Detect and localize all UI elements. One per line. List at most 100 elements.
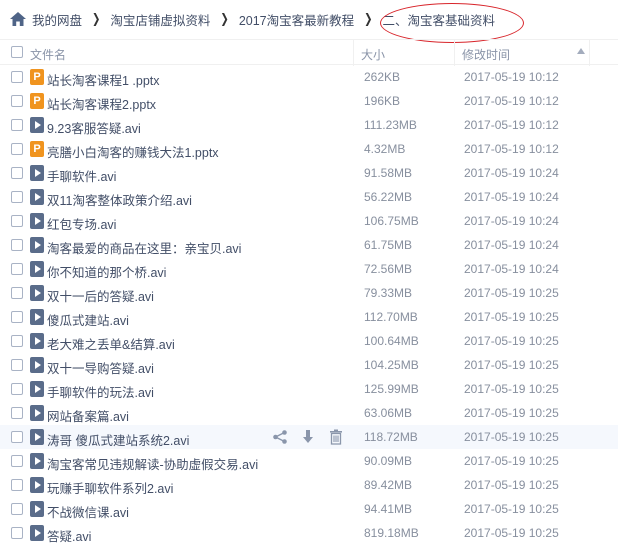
row-checkbox[interactable] — [11, 119, 23, 131]
file-size: 61.75MB — [364, 238, 413, 252]
file-modified-date: 2017-05-19 10:24 — [464, 190, 559, 204]
file-row[interactable]: 不战微信课.avi 94.41MB 2017-05-19 10:25 — [0, 497, 618, 521]
file-row[interactable]: 红包专场.avi 106.75MB 2017-05-19 10:24 — [0, 209, 618, 233]
video-file-icon — [30, 333, 44, 349]
file-name-link[interactable]: 淘宝客常见违规解读-协助虚假交易.avi — [47, 454, 258, 473]
file-name-link[interactable]: 亮膳小白淘客的赚钱大法1.pptx — [47, 142, 219, 161]
file-name-link[interactable]: 手聊软件的玩法.avi — [47, 382, 154, 401]
file-name-link[interactable]: 手聊软件.avi — [47, 166, 116, 185]
file-modified-date: 2017-05-19 10:12 — [464, 94, 559, 108]
breadcrumb-item[interactable]: 淘宝店铺虚拟资料 — [110, 10, 210, 29]
row-checkbox[interactable] — [11, 527, 23, 539]
file-modified-date: 2017-05-19 10:25 — [464, 526, 559, 540]
breadcrumb-label: 2017淘宝客最新教程 — [238, 13, 355, 28]
file-size: 79.33MB — [364, 286, 413, 300]
row-checkbox[interactable] — [11, 503, 23, 515]
file-row[interactable]: 手聊软件的玩法.avi 125.99MB 2017-05-19 10:25 — [0, 377, 618, 401]
file-row[interactable]: 答疑.avi 819.18MB 2017-05-19 10:25 — [0, 521, 618, 545]
row-checkbox[interactable] — [11, 431, 23, 443]
video-file-icon — [30, 261, 44, 277]
download-icon[interactable] — [300, 429, 316, 445]
file-name-link[interactable]: 你不知道的那个桥.avi — [47, 262, 166, 281]
file-row[interactable]: 玩赚手聊软件系列2.avi 89.42MB 2017-05-19 10:25 — [0, 473, 618, 497]
select-all-checkbox[interactable] — [11, 46, 23, 58]
file-name-link[interactable]: 淘客最爱的商品在这里：亲宝贝.avi — [47, 238, 241, 257]
file-name-link[interactable]: 双十一导购答疑.avi — [47, 358, 154, 377]
file-row[interactable]: 网站备案篇.avi 63.06MB 2017-05-19 10:25 — [0, 401, 618, 425]
video-file-icon — [30, 453, 44, 469]
row-checkbox[interactable] — [11, 167, 23, 179]
breadcrumb-home[interactable]: 我的网盘 — [10, 10, 82, 29]
file-modified-date: 2017-05-19 10:24 — [464, 238, 559, 252]
trash-icon[interactable] — [328, 429, 344, 445]
row-checkbox[interactable] — [11, 239, 23, 251]
column-header-date[interactable]: 修改时间 — [462, 46, 510, 63]
file-row[interactable]: 傻瓜式建站.avi 112.70MB 2017-05-19 10:25 — [0, 305, 618, 329]
file-row[interactable]: 双十一后的答疑.avi 79.33MB 2017-05-19 10:25 — [0, 281, 618, 305]
sort-up-icon[interactable] — [577, 48, 585, 54]
file-name-link[interactable]: 站长淘客课程2.pptx — [47, 94, 156, 113]
file-row[interactable]: P 站长淘客课程2.pptx 196KB 2017-05-19 10:12 — [0, 89, 618, 113]
file-modified-date: 2017-05-19 10:12 — [464, 142, 559, 156]
file-row[interactable]: 淘客最爱的商品在这里：亲宝贝.avi 61.75MB 2017-05-19 10:2… — [0, 233, 618, 257]
file-row[interactable]: 涛哥 傻瓜式建站系统2.avi 118.72MB 2017-05-19 10:25 — [0, 425, 618, 449]
row-checkbox[interactable] — [11, 191, 23, 203]
file-row[interactable]: 双十一导购答疑.avi 104.25MB 2017-05-19 10:25 — [0, 353, 618, 377]
row-checkbox[interactable] — [11, 335, 23, 347]
row-checkbox[interactable] — [11, 95, 23, 107]
file-row[interactable]: 双11淘客整体政策介绍.avi 56.22MB 2017-05-19 10:24 — [0, 185, 618, 209]
file-name-link[interactable]: 双11淘客整体政策介绍.avi — [47, 190, 192, 209]
file-size: 90.09MB — [364, 454, 413, 468]
file-modified-date: 2017-05-19 10:25 — [464, 286, 559, 300]
ppt-file-icon: P — [30, 93, 44, 109]
breadcrumb: 我的网盘 ❯ 淘宝店铺虚拟资料 ❯ 2017淘宝客最新教程 ❯ 二、淘宝客基础资… — [0, 0, 618, 38]
file-name-link[interactable]: 红包专场.avi — [47, 214, 116, 233]
file-row[interactable]: 老大难之丢单&结算.avi 100.64MB 2017-05-19 10:25 — [0, 329, 618, 353]
file-row[interactable]: 9.23客服答疑.avi 111.23MB 2017-05-19 10:12 — [0, 113, 618, 137]
column-header-name[interactable]: 文件名 — [30, 46, 66, 63]
row-checkbox[interactable] — [11, 215, 23, 227]
row-checkbox[interactable] — [11, 383, 23, 395]
row-checkbox[interactable] — [11, 263, 23, 275]
file-modified-date: 2017-05-19 10:25 — [464, 358, 559, 372]
file-name-link[interactable]: 老大难之丢单&结算.avi — [47, 334, 175, 353]
share-icon[interactable] — [272, 429, 288, 445]
file-size: 63.06MB — [364, 406, 413, 420]
file-size: 196KB — [364, 94, 401, 108]
file-modified-date: 2017-05-19 10:24 — [464, 262, 559, 276]
file-name-link[interactable]: 涛哥 傻瓜式建站系统2.avi — [47, 430, 189, 449]
column-header-size[interactable]: 大小 — [361, 46, 385, 63]
file-name-link[interactable]: 傻瓜式建站.avi — [47, 310, 129, 329]
video-file-icon — [30, 189, 44, 205]
file-row[interactable]: 你不知道的那个桥.avi 72.56MB 2017-05-19 10:24 — [0, 257, 618, 281]
row-checkbox[interactable] — [11, 455, 23, 467]
file-row[interactable]: 淘宝客常见违规解读-协助虚假交易.avi 90.09MB 2017-05-19 10… — [0, 449, 618, 473]
file-size: 91.58MB — [364, 166, 413, 180]
file-name-link[interactable]: 玩赚手聊软件系列2.avi — [47, 478, 173, 497]
row-checkbox[interactable] — [11, 359, 23, 371]
ppt-file-icon: P — [30, 141, 44, 157]
file-row[interactable]: P 亮膳小白淘客的赚钱大法1.pptx 4.32MB 2017-05-19 10:12 — [0, 137, 618, 161]
file-modified-date: 2017-05-19 10:25 — [464, 382, 559, 396]
file-name-link[interactable]: 站长淘客课程1 .pptx — [47, 70, 160, 89]
file-name-link[interactable]: 答疑.avi — [47, 526, 91, 545]
video-file-icon — [30, 501, 44, 517]
row-checkbox[interactable] — [11, 287, 23, 299]
video-file-icon — [30, 213, 44, 229]
row-checkbox[interactable] — [11, 311, 23, 323]
file-size: 262KB — [364, 70, 401, 84]
file-name-link[interactable]: 9.23客服答疑.avi — [47, 118, 141, 137]
row-checkbox[interactable] — [11, 479, 23, 491]
file-row[interactable]: 手聊软件.avi 91.58MB 2017-05-19 10:24 — [0, 161, 618, 185]
file-name-link[interactable]: 不战微信课.avi — [47, 502, 129, 521]
file-name-link[interactable]: 双十一后的答疑.avi — [47, 286, 154, 305]
breadcrumb-item[interactable]: 2017淘宝客最新教程 — [239, 10, 354, 29]
file-row[interactable]: P 站长淘客课程1 .pptx 262KB 2017-05-19 10:12 — [0, 65, 618, 89]
video-file-icon — [30, 309, 44, 325]
row-checkbox[interactable] — [11, 143, 23, 155]
row-checkbox[interactable] — [11, 407, 23, 419]
file-name-link[interactable]: 网站备案篇.avi — [47, 406, 129, 425]
row-checkbox[interactable] — [11, 71, 23, 83]
file-size: 112.70MB — [364, 310, 418, 324]
video-file-icon — [30, 381, 44, 397]
